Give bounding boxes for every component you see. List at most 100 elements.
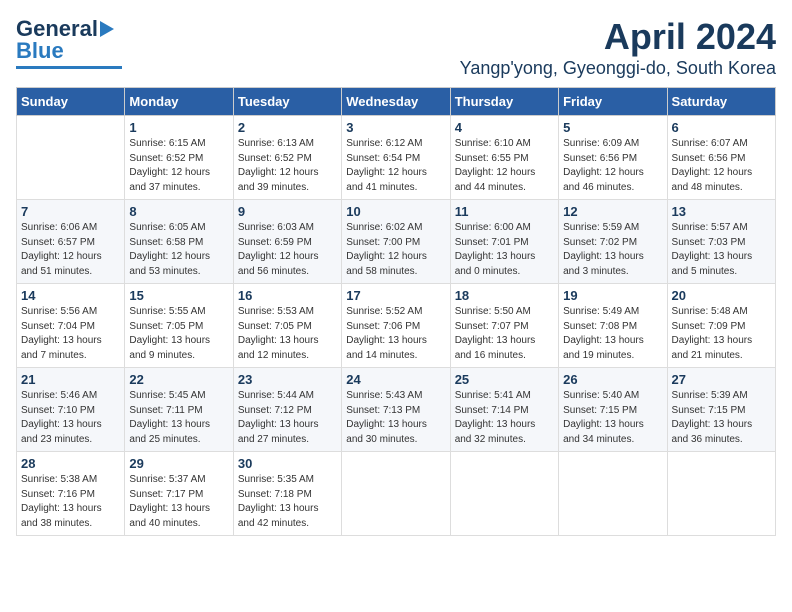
day-info: Sunrise: 6:13 AMSunset: 6:52 PMDaylight:…: [238, 137, 337, 195]
table-row: [342, 452, 450, 536]
day-info: Sunrise: 5:44 AMSunset: 7:12 PMDaylight:…: [238, 389, 337, 447]
calendar-week-row: 1 Sunrise: 6:15 AMSunset: 6:52 PMDaylight…: [17, 116, 776, 200]
table-row: 27 Sunrise: 5:39 AMSunset: 7:15 PMDayligh…: [667, 368, 775, 452]
table-row: 15 Sunrise: 5:55 AMSunset: 7:05 PMDayligh…: [125, 284, 233, 368]
table-row: 26 Sunrise: 5:40 AMSunset: 7:15 PMDayligh…: [559, 368, 667, 452]
logo-underline: [16, 66, 122, 69]
col-sunday: Sunday: [17, 88, 125, 116]
day-info: Sunrise: 6:02 AMSunset: 7:00 PMDaylight:…: [346, 221, 445, 279]
day-number: 12: [563, 204, 662, 219]
day-number: 4: [455, 120, 554, 135]
day-number: 2: [238, 120, 337, 135]
table-row: 4 Sunrise: 6:10 AMSunset: 6:55 PMDaylight…: [450, 116, 558, 200]
calendar-week-row: 21 Sunrise: 5:46 AMSunset: 7:10 PMDayligh…: [17, 368, 776, 452]
table-row: 9 Sunrise: 6:03 AMSunset: 6:59 PMDaylight…: [233, 200, 341, 284]
day-info: Sunrise: 6:15 AMSunset: 6:52 PMDaylight:…: [129, 137, 228, 195]
day-number: 13: [672, 204, 771, 219]
day-number: 26: [563, 372, 662, 387]
day-number: 25: [455, 372, 554, 387]
table-row: 14 Sunrise: 5:56 AMSunset: 7:04 PMDayligh…: [17, 284, 125, 368]
logo-arrow-icon: [100, 19, 122, 39]
day-info: Sunrise: 6:00 AMSunset: 7:01 PMDaylight:…: [455, 221, 554, 279]
day-info: Sunrise: 5:35 AMSunset: 7:18 PMDaylight:…: [238, 473, 337, 531]
day-info: Sunrise: 5:38 AMSunset: 7:16 PMDaylight:…: [21, 473, 120, 531]
day-info: Sunrise: 5:39 AMSunset: 7:15 PMDaylight:…: [672, 389, 771, 447]
col-friday: Friday: [559, 88, 667, 116]
day-number: 28: [21, 456, 120, 471]
day-number: 7: [21, 204, 120, 219]
table-row: 28 Sunrise: 5:38 AMSunset: 7:16 PMDayligh…: [17, 452, 125, 536]
logo: General Blue: [16, 16, 122, 69]
day-info: Sunrise: 5:57 AMSunset: 7:03 PMDaylight:…: [672, 221, 771, 279]
table-row: 17 Sunrise: 5:52 AMSunset: 7:06 PMDayligh…: [342, 284, 450, 368]
calendar-title: April 2024: [460, 16, 776, 58]
col-saturday: Saturday: [667, 88, 775, 116]
table-row: 11Sunrise: 6:00 AMSunset: 7:01 PMDayligh…: [450, 200, 558, 284]
day-number: 18: [455, 288, 554, 303]
day-info: Sunrise: 6:05 AMSunset: 6:58 PMDaylight:…: [129, 221, 228, 279]
day-info: Sunrise: 5:43 AMSunset: 7:13 PMDaylight:…: [346, 389, 445, 447]
table-row: 22 Sunrise: 5:45 AMSunset: 7:11 PMDayligh…: [125, 368, 233, 452]
col-monday: Monday: [125, 88, 233, 116]
day-info: Sunrise: 5:45 AMSunset: 7:11 PMDaylight:…: [129, 389, 228, 447]
table-row: 1 Sunrise: 6:15 AMSunset: 6:52 PMDaylight…: [125, 116, 233, 200]
day-number: 6: [672, 120, 771, 135]
day-number: 29: [129, 456, 228, 471]
table-row: 12 Sunrise: 5:59 AMSunset: 7:02 PMDayligh…: [559, 200, 667, 284]
day-info: Sunrise: 6:03 AMSunset: 6:59 PMDaylight:…: [238, 221, 337, 279]
calendar-title-block: April 2024 Yangp'yong, Gyeonggi-do, Sout…: [460, 16, 776, 79]
calendar-week-row: 7 Sunrise: 6:06 AMSunset: 6:57 PMDaylight…: [17, 200, 776, 284]
day-number: 20: [672, 288, 771, 303]
day-number: 24: [346, 372, 445, 387]
table-row: [559, 452, 667, 536]
day-number: 23: [238, 372, 337, 387]
day-info: Sunrise: 5:59 AMSunset: 7:02 PMDaylight:…: [563, 221, 662, 279]
col-wednesday: Wednesday: [342, 88, 450, 116]
day-info: Sunrise: 5:46 AMSunset: 7:10 PMDaylight:…: [21, 389, 120, 447]
day-number: 21: [21, 372, 120, 387]
table-row: 10 Sunrise: 6:02 AMSunset: 7:00 PMDayligh…: [342, 200, 450, 284]
day-number: 8: [129, 204, 228, 219]
day-number: 16: [238, 288, 337, 303]
day-number: 22: [129, 372, 228, 387]
table-row: 18Sunrise: 5:50 AMSunset: 7:07 PMDayligh…: [450, 284, 558, 368]
day-number: 1: [129, 120, 228, 135]
table-row: [450, 452, 558, 536]
day-info: Sunrise: 5:48 AMSunset: 7:09 PMDaylight:…: [672, 305, 771, 363]
day-number: 9: [238, 204, 337, 219]
table-row: 2 Sunrise: 6:13 AMSunset: 6:52 PMDaylight…: [233, 116, 341, 200]
table-row: 24 Sunrise: 5:43 AMSunset: 7:13 PMDayligh…: [342, 368, 450, 452]
table-row: 16 Sunrise: 5:53 AMSunset: 7:05 PMDayligh…: [233, 284, 341, 368]
calendar-table: Sunday Monday Tuesday Wednesday Thursday…: [16, 87, 776, 536]
day-info: Sunrise: 6:07 AMSunset: 6:56 PMDaylight:…: [672, 137, 771, 195]
calendar-week-row: 14 Sunrise: 5:56 AMSunset: 7:04 PMDayligh…: [17, 284, 776, 368]
day-info: Sunrise: 5:55 AMSunset: 7:05 PMDaylight:…: [129, 305, 228, 363]
day-info: Sunrise: 6:06 AMSunset: 6:57 PMDaylight:…: [21, 221, 120, 279]
table-row: 6 Sunrise: 6:07 AMSunset: 6:56 PMDaylight…: [667, 116, 775, 200]
page-header: General Blue April 2024 Yangp'yong, Gyeo…: [16, 16, 776, 79]
table-row: 20 Sunrise: 5:48 AMSunset: 7:09 PMDayligh…: [667, 284, 775, 368]
day-info: Sunrise: 5:56 AMSunset: 7:04 PMDaylight:…: [21, 305, 120, 363]
table-row: 21 Sunrise: 5:46 AMSunset: 7:10 PMDayligh…: [17, 368, 125, 452]
day-info: Sunrise: 5:53 AMSunset: 7:05 PMDaylight:…: [238, 305, 337, 363]
day-number: 17: [346, 288, 445, 303]
day-info: Sunrise: 6:12 AMSunset: 6:54 PMDaylight:…: [346, 137, 445, 195]
day-number: 27: [672, 372, 771, 387]
table-row: 5Sunrise: 6:09 AMSunset: 6:56 PMDaylight…: [559, 116, 667, 200]
day-info: Sunrise: 5:52 AMSunset: 7:06 PMDaylight:…: [346, 305, 445, 363]
table-row: 8 Sunrise: 6:05 AMSunset: 6:58 PMDaylight…: [125, 200, 233, 284]
table-row: 30Sunrise: 5:35 AMSunset: 7:18 PMDayligh…: [233, 452, 341, 536]
day-number: 3: [346, 120, 445, 135]
day-number: 14: [21, 288, 120, 303]
calendar-header-row: Sunday Monday Tuesday Wednesday Thursday…: [17, 88, 776, 116]
day-number: 15: [129, 288, 228, 303]
day-number: 10: [346, 204, 445, 219]
day-number: 19: [563, 288, 662, 303]
table-row: [17, 116, 125, 200]
day-info: Sunrise: 5:41 AMSunset: 7:14 PMDaylight:…: [455, 389, 554, 447]
table-row: 23 Sunrise: 5:44 AMSunset: 7:12 PMDayligh…: [233, 368, 341, 452]
day-info: Sunrise: 6:10 AMSunset: 6:55 PMDaylight:…: [455, 137, 554, 195]
day-info: Sunrise: 5:40 AMSunset: 7:15 PMDaylight:…: [563, 389, 662, 447]
table-row: 7 Sunrise: 6:06 AMSunset: 6:57 PMDaylight…: [17, 200, 125, 284]
table-row: 3 Sunrise: 6:12 AMSunset: 6:54 PMDaylight…: [342, 116, 450, 200]
